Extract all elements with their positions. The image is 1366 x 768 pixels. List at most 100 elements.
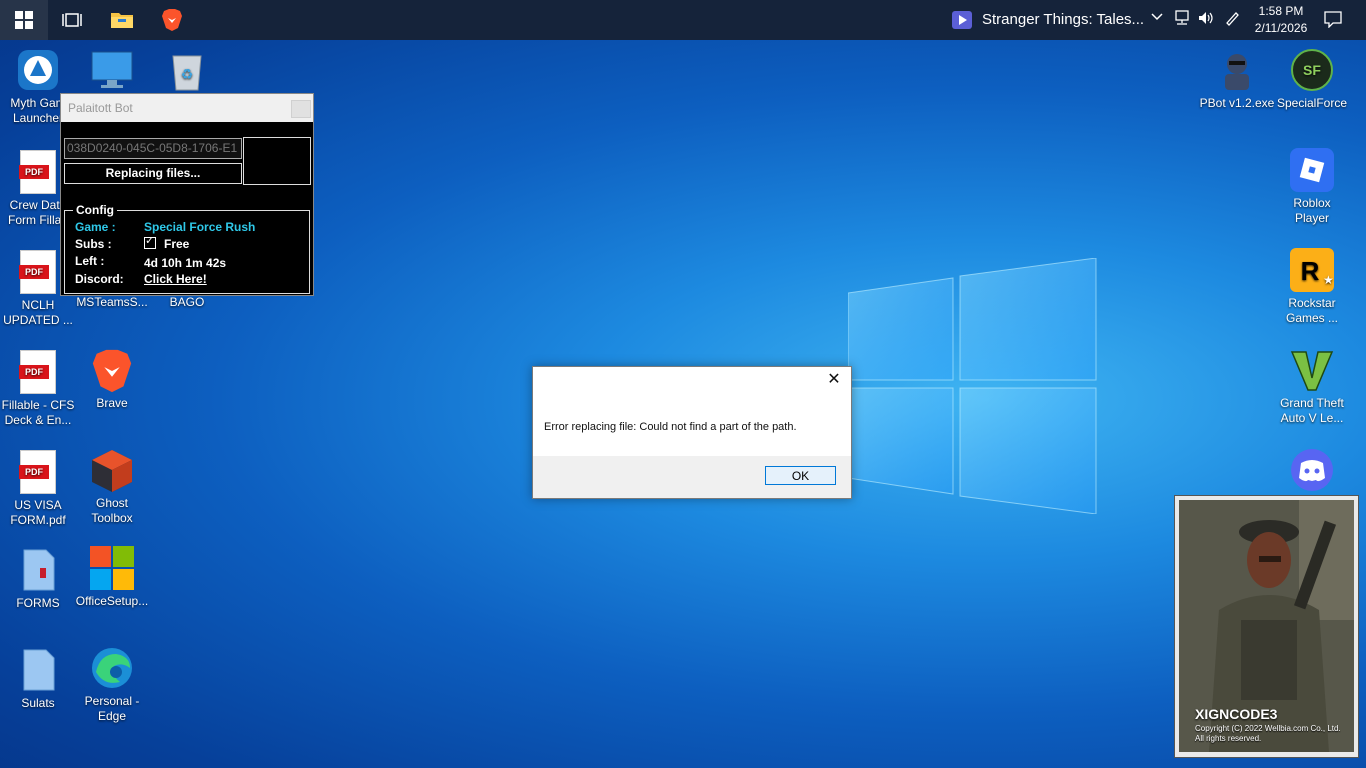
windows-logo-wallpaper [848,258,1097,514]
file-explorer-icon[interactable] [98,0,146,40]
desktop-icon-recycle-bin[interactable]: ♻ [149,48,225,96]
media-app-icon[interactable] [952,11,972,29]
ok-button[interactable]: OK [765,466,836,485]
desktop-icon-roblox[interactable]: Roblox Player [1274,148,1350,226]
office-icon [90,546,134,590]
discord-label: Discord: [75,272,124,286]
document-icon [16,648,60,692]
roblox-icon [1290,148,1334,192]
discord-link[interactable]: Click Here! [144,272,207,286]
config-legend: Config [73,203,117,217]
desktop-icon-label: Rockstar Games ... [1285,296,1338,325]
hwid-field[interactable]: 038D0240-045C-05D8-1706-E1 [64,138,242,159]
bot-title-bar[interactable]: Palaitott Bot [61,94,313,122]
desktop-icon-label: SpecialForce [1276,96,1348,110]
subs-label: Subs : [75,237,112,251]
desktop-icon-label: Roblox Player [1293,196,1331,225]
clock-time: 1:58 PM [1258,4,1304,18]
desktop-icon-label: Sulats [21,696,55,710]
pdf-icon: PDF [19,450,56,494]
subs-value: Free [144,234,190,251]
game-label: Game : [75,220,116,234]
desktop-icon-label: NCLH UPDATED ... [3,298,73,327]
desktop-icon-rockstar[interactable]: R ★ Rockstar Games ... [1274,248,1350,326]
desktop-icon-label: Fillable - CFS Deck & En... [1,398,75,427]
edge-icon [90,646,134,690]
network-icon[interactable] [1173,10,1191,30]
brave-icon [90,348,134,393]
desktop-icon-label: US VISA FORM.pdf [10,498,66,527]
bot-image-box [243,137,311,185]
desktop-icon-fillable-cfs[interactable]: PDF Fillable - CFS Deck & En... [0,350,76,428]
brave-icon[interactable] [148,0,196,40]
pen-icon[interactable] [1224,10,1240,30]
bot-close-button[interactable] [291,100,311,118]
desktop-icon-forms[interactable]: FORMS [0,548,76,611]
pdf-icon: PDF [19,350,56,394]
chevron-up-icon[interactable] [1150,10,1164,28]
desktop-icon-specialforce[interactable]: SF SpecialForce [1274,48,1350,111]
config-group: Config Game : Special Force Rush Subs : … [64,203,310,294]
svg-text:R: R [1301,256,1320,286]
bot-title: Palaitott Bot [68,101,133,115]
desktop-icon-personal-edge[interactable]: Personal - Edge [74,646,150,724]
discord-icon [1290,448,1334,492]
desktop-icon-label: Brave [96,396,128,410]
left-label: Left : [75,254,105,268]
desktop-icon-discord[interactable] [1274,448,1350,496]
clock-date: 2/11/2026 [1254,21,1308,35]
game-value: Special Force Rush [144,220,256,234]
desktop-icon-sulats[interactable]: Sulats [0,648,76,711]
svg-text:SF: SF [1303,62,1321,78]
desktop-icon-pbot[interactable]: PBot v1.2.exe [1199,48,1275,111]
palaitott-bot-window: Palaitott Bot 038D0240-045C-05D8-1706-E1… [60,93,314,296]
pbot-icon [1215,48,1259,92]
desktop-icon-office-setup[interactable]: OfficeSetup... [74,546,150,609]
checkbox-icon [144,234,156,249]
notifications-icon[interactable] [1324,10,1342,32]
dialog-footer: OK [533,456,851,498]
xigncode-brand: XIGNCODE3 [1195,706,1278,722]
status-button[interactable]: Replacing files... [64,163,242,184]
subs-value-text: Free [164,237,190,251]
taskbar: Stranger Things: Tales... 1:58 PM 2/11/2… [0,0,1366,40]
xigncode-splash: XIGNCODE3 Copyright (C) 2022 Wellbia.com… [1174,495,1359,758]
desktop-icon-label: Grand Theft Auto V Le... [1280,396,1344,425]
desktop-icon-label: FORMS [16,596,60,610]
desktop-icon-bago[interactable]: BAGO [149,295,225,310]
this-pc-icon [90,48,134,92]
document-icon [16,548,60,592]
svg-text:♻: ♻ [181,66,194,82]
volume-icon[interactable] [1197,10,1215,30]
left-value: 4d 10h 1m 42s [144,256,227,270]
desktop-icon-us-visa[interactable]: PDF US VISA FORM.pdf [0,450,76,528]
desktop-icon-gta[interactable]: Grand Theft Auto V Le... [1274,348,1350,426]
desktop-icon-label: Ghost Toolbox [91,496,133,525]
pdf-icon: PDF [19,150,56,194]
desktop-icon-msteams[interactable]: MSTeamsS... [74,295,150,310]
desktop-icon-ghost-toolbox[interactable]: Ghost Toolbox [74,448,150,526]
dialog-message: Error replacing file: Could not find a p… [544,421,797,433]
pdf-icon: PDF [19,250,56,294]
error-dialog: ✕ Error replacing file: Could not find a… [532,366,852,499]
desktop-icon-brave[interactable]: Brave [74,348,150,411]
taskbar-media-title[interactable]: Stranger Things: Tales... [982,11,1144,28]
soldier-artwork: XIGNCODE3 Copyright (C) 2022 Wellbia.com… [1179,500,1354,752]
desktop-icon-label: BAGO [169,295,205,309]
desktop-icon-label: OfficeSetup... [75,594,149,608]
ghost-toolbox-icon [90,448,134,492]
svg-text:★: ★ [1323,273,1334,287]
myth-launcher-icon [16,48,60,92]
gta-icon [1290,348,1334,392]
desktop-icon-label: MSTeamsS... [76,295,148,309]
task-view-icon[interactable] [48,0,96,40]
clock[interactable]: 1:58 PM 2/11/2026 [1248,3,1314,37]
close-icon[interactable]: ✕ [825,371,843,389]
desktop-icon-this-pc[interactable] [74,48,150,96]
specialforce-icon: SF [1290,48,1334,92]
rockstar-icon: R ★ [1290,248,1334,292]
desktop-icon-label: Personal - Edge [84,694,140,723]
start-icon[interactable] [0,0,48,40]
xigncode-copyright: Copyright (C) 2022 Wellbia.com Co., Ltd.… [1195,724,1341,743]
recycle-bin-icon: ♻ [165,48,209,92]
